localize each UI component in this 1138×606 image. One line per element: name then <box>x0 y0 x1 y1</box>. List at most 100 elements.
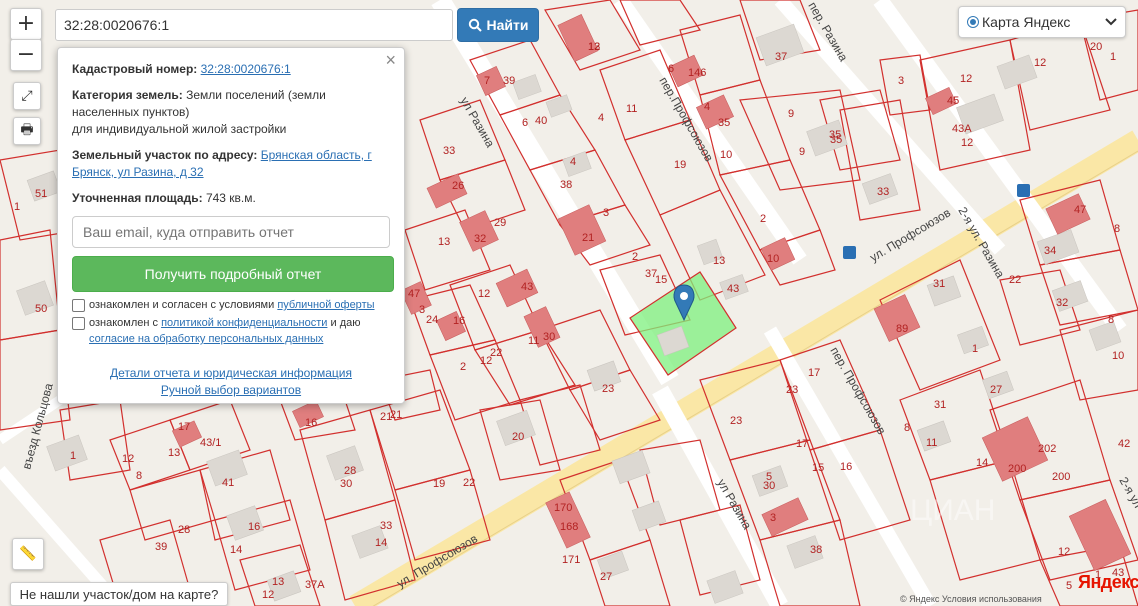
parcel-number-label: 20 <box>512 431 524 443</box>
parcel-number-label: 8 <box>1114 223 1120 235</box>
parcel-number-label: 43/1 <box>200 437 221 449</box>
not-found-button[interactable]: Не нашли участок/дом на карте? <box>10 582 228 606</box>
parcel-number-label: 30 <box>543 331 555 343</box>
parcel-number-label: 30 <box>340 478 352 490</box>
parcel-number-label: 47 <box>408 288 420 300</box>
privacy-consent-text: ознакомлен с <box>89 317 159 329</box>
cadastral-search-input[interactable] <box>55 9 453 41</box>
parcel-number-label: 27 <box>600 571 612 583</box>
parcel-number-label: 24 <box>426 314 438 326</box>
parcel-info-popup: × Кадастровый номер: 32:28:0020676:1 Кат… <box>57 47 405 404</box>
parcel-number-label: 2 <box>460 361 466 373</box>
parcel-number-label: 171 <box>562 554 580 566</box>
parcel-number-label: 12 <box>1034 57 1046 69</box>
radio-icon <box>967 16 979 28</box>
parcel-number-label: 32 <box>474 233 486 245</box>
parcel-number-label: 39 <box>155 541 167 553</box>
yandex-logo: Яндекс <box>1078 572 1138 592</box>
parcel-number-label: 2 <box>760 213 766 225</box>
parcel-number-label: 17 <box>808 367 820 379</box>
parcel-number-label: 4 <box>598 112 604 124</box>
parcel-number-label: 1 <box>972 343 978 355</box>
get-report-button[interactable]: Получить подробный отчет <box>72 256 394 292</box>
area-value: 743 кв.м. <box>205 191 256 205</box>
parcel-number-label: 13 <box>168 447 180 459</box>
parcel-number-label: 5 <box>1066 580 1072 592</box>
zoom-in-button[interactable]: + <box>10 8 42 40</box>
ruler-icon: 📏 <box>19 546 37 562</box>
fullscreen-button[interactable]: ⤢ <box>13 82 41 110</box>
parcel-number-label: 146 <box>688 67 706 79</box>
parcel-number-label: 32 <box>1056 297 1068 309</box>
parcel-number-label: 16 <box>248 521 260 533</box>
parcel-number-label: 26 <box>452 180 464 192</box>
parcel-number-label: 4 <box>570 156 576 168</box>
manual-selection-link[interactable]: Ручной выбор вариантов <box>161 383 301 397</box>
map-layer-select[interactable]: Карта Яндекс <box>958 6 1126 38</box>
parcel-number-label: 14 <box>230 544 242 556</box>
cadastral-number-link[interactable]: 32:28:0020676:1 <box>201 62 291 76</box>
land-category-label: Категория земель: <box>72 88 183 102</box>
parcel-number-label: 14 <box>375 537 387 549</box>
parcel-number-label: 12 <box>262 589 274 601</box>
parcel-number-label: 39 <box>503 75 515 87</box>
expand-icon: ⤢ <box>21 88 33 104</box>
offer-consent-row: ознакомлен и согласен с условиями публич… <box>72 297 390 313</box>
parcel-number-label: 22 <box>490 347 502 359</box>
close-icon[interactable]: × <box>385 51 396 69</box>
ruler-button[interactable]: 📏 <box>12 538 44 570</box>
privacy-policy-link[interactable]: политикой конфиденциальности <box>161 317 327 329</box>
parcel-number-label: 11 <box>626 103 637 115</box>
land-category-value-line2: населенных пунктов) <box>72 105 190 119</box>
zoom-out-button[interactable]: − <box>10 39 42 71</box>
parcel-number-label: 8 <box>136 470 142 482</box>
parcel-number-label: 33 <box>380 520 392 532</box>
parcel-number-label: 10 <box>767 253 779 265</box>
personal-data-consent-link[interactable]: согласие на обработку персональных данны… <box>89 333 323 345</box>
privacy-consent-tail: и даю <box>330 317 361 329</box>
report-details-link[interactable]: Детали отчета и юридическая информация <box>110 366 352 380</box>
svg-text:ЦИАН: ЦИАН <box>910 494 995 527</box>
parcel-number-label: 2 <box>632 251 638 263</box>
parcel-number-label: 16 <box>453 315 465 327</box>
email-field[interactable] <box>72 216 390 248</box>
parcel-number-label: 17 <box>796 438 808 450</box>
privacy-consent-row: ознакомлен с политикой конфиденциальност… <box>72 315 390 347</box>
search-button[interactable]: Найти <box>457 8 539 42</box>
parcel-number-label: 89 <box>896 323 908 335</box>
address-link-line2[interactable]: Брянск, ул Разина, д 32 <box>72 165 204 179</box>
parcel-number-label: 13 <box>713 255 725 267</box>
parcel-number-label: 20 <box>1090 41 1102 53</box>
parcel-number-label: 16 <box>840 461 852 473</box>
parcel-number-label: 9 <box>788 108 794 120</box>
parcel-number-label: 40 <box>535 115 547 127</box>
parcel-number-label: 50 <box>35 303 47 315</box>
parcel-number-label: 8 <box>904 422 910 434</box>
address-link[interactable]: Брянская область, г <box>261 148 372 162</box>
print-button[interactable]: 🖶 <box>13 117 41 145</box>
parcel-number-label: 4 <box>704 101 710 113</box>
search-button-label: Найти <box>486 17 529 33</box>
printer-icon: 🖶 <box>20 122 34 138</box>
parcel-number-label: 9 <box>799 146 805 158</box>
parcel-number-label: 12 <box>122 453 134 465</box>
parcel-number-label: 10 <box>1112 350 1124 362</box>
parcel-number-label: 30 <box>763 480 775 492</box>
parcel-number-label: 16 <box>305 417 317 429</box>
parcel-number-label: 13 <box>272 576 284 588</box>
privacy-consent-checkbox[interactable] <box>72 317 85 330</box>
parcel-number-label: 29 <box>494 217 506 229</box>
parcel-number-label: 12 <box>961 137 973 149</box>
parcel-number-label: 43 <box>521 281 533 293</box>
parcel-number-label: 14 <box>976 457 988 469</box>
parcel-number-label: 41 <box>222 477 234 489</box>
parcel-number-label: 15 <box>812 462 824 474</box>
parcel-number-label: 10 <box>720 149 732 161</box>
offer-link[interactable]: публичной оферты <box>277 299 374 311</box>
offer-consent-checkbox[interactable] <box>72 299 85 312</box>
copyright-text: © Яндекс Условия использования <box>900 594 1042 604</box>
parcel-number-label: 19 <box>433 478 445 490</box>
parcel-number-label: 1 <box>70 450 76 462</box>
parcel-number-label: 13 <box>588 41 600 53</box>
land-category-value-line3: для индивидуальной жилой застройки <box>72 122 287 136</box>
